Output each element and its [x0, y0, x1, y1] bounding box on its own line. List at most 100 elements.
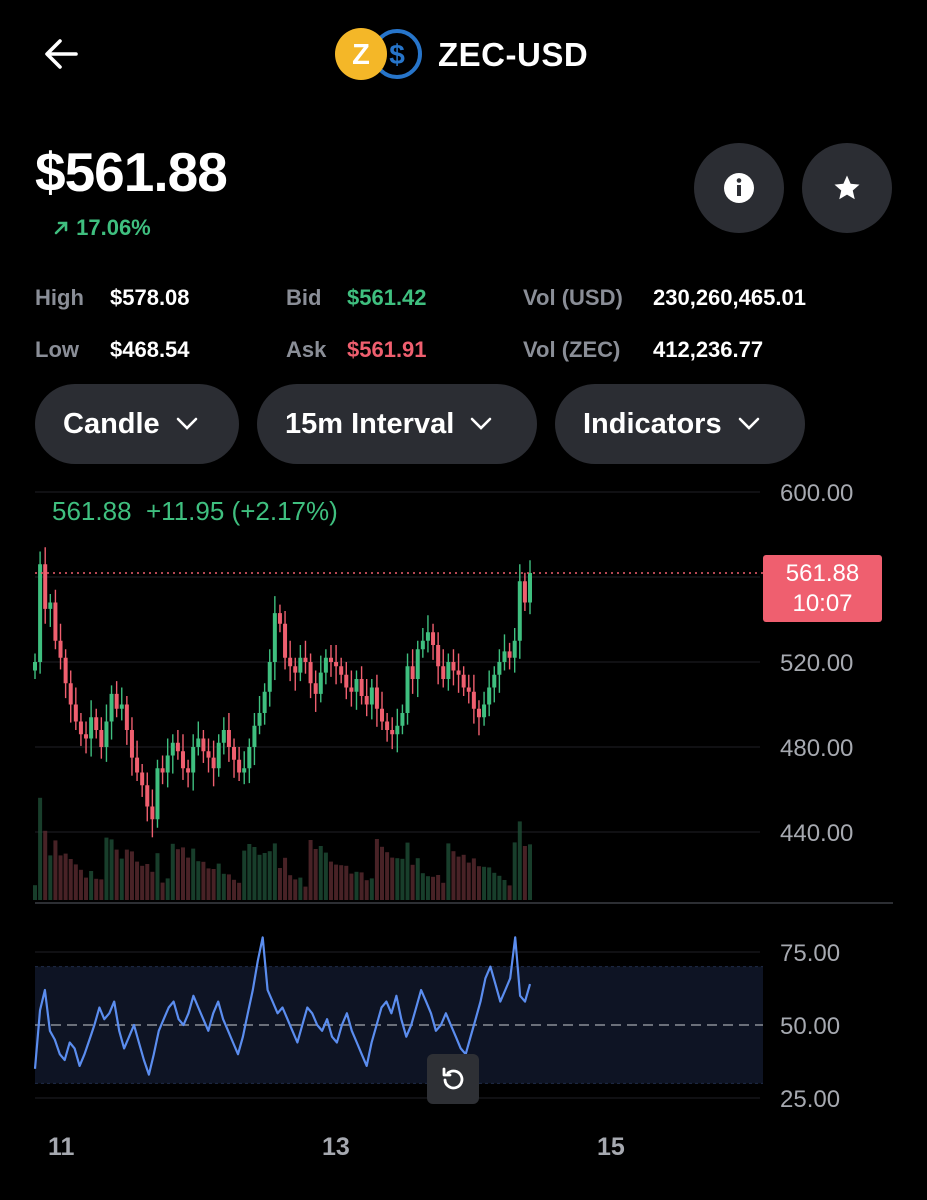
candle-body — [191, 747, 196, 773]
volume-bar — [313, 849, 318, 900]
chart-grid — [35, 491, 893, 904]
candle-body — [298, 657, 303, 673]
volume-bar — [211, 869, 216, 900]
pair-logos: $ Z — [333, 28, 425, 80]
volume-bar — [104, 837, 109, 900]
volume-bar — [405, 842, 410, 900]
volume-bar — [487, 867, 492, 900]
candle-body — [38, 564, 43, 662]
reset-zoom-button[interactable] — [427, 1054, 479, 1104]
candle-body — [390, 730, 395, 735]
low-value: $468.54 — [110, 337, 190, 362]
candle-body — [334, 662, 339, 667]
price-tick: 440.00 — [780, 820, 853, 847]
candle-body — [252, 725, 257, 747]
volume-bar — [528, 844, 532, 900]
volume-bar — [48, 855, 53, 900]
info-icon — [724, 173, 754, 203]
volume-bar — [277, 868, 282, 900]
volume-bar — [165, 878, 170, 900]
candle-body — [150, 806, 155, 820]
chevron-down-icon — [738, 417, 759, 430]
volume-bar — [507, 885, 512, 900]
candle-body — [211, 757, 216, 769]
candle-body — [262, 691, 267, 713]
candle-body — [512, 640, 517, 658]
candle-body — [272, 613, 277, 662]
volume-bar — [33, 885, 37, 900]
candle-body — [507, 651, 512, 658]
x-tick: 15 — [597, 1133, 625, 1161]
price-tick: 520.00 — [780, 650, 853, 677]
chart-type-dropdown[interactable]: Candle — [35, 384, 239, 464]
ohlc-change: +11.95 — [145, 496, 225, 526]
volume-bar — [257, 854, 262, 900]
price-tick: 480.00 — [780, 735, 853, 762]
volume-bar — [191, 848, 196, 900]
candle-body — [436, 645, 441, 667]
volume-bar — [63, 853, 68, 900]
candle-body — [451, 662, 456, 671]
interval-dropdown[interactable]: 15m Interval — [257, 384, 537, 464]
candle-body — [135, 757, 140, 773]
candle-body — [380, 708, 385, 722]
volume-bar — [395, 858, 400, 900]
volume-bar — [272, 843, 277, 900]
info-button[interactable] — [694, 143, 784, 233]
candle-body — [313, 683, 318, 694]
arrow-up-right-icon — [54, 221, 68, 235]
volume-bar — [308, 840, 313, 900]
volume-bar — [114, 849, 119, 900]
volume-bar — [155, 853, 160, 900]
volume-bar — [502, 880, 507, 900]
vol-usd-label: Vol (USD) — [523, 285, 623, 310]
volume-bar — [226, 874, 231, 900]
candle-body — [43, 564, 48, 609]
volume-bar — [476, 866, 481, 900]
volume-bar — [186, 857, 191, 900]
candle-body — [114, 693, 119, 709]
indicators-label: Indicators — [583, 407, 722, 440]
price-tag-value: 561.88 — [785, 560, 860, 587]
volume-bar — [334, 864, 339, 900]
volume-bar — [73, 864, 78, 900]
candle-body — [323, 657, 328, 673]
favorite-button[interactable] — [802, 143, 892, 233]
chart-type-label: Candle — [63, 407, 160, 440]
volume-bar — [410, 864, 415, 900]
candle-body — [140, 772, 145, 786]
candle-body — [410, 666, 415, 679]
candle-body — [359, 679, 364, 696]
volume-bar — [456, 856, 461, 900]
candle-body — [288, 657, 293, 667]
current-price: $561.88 — [35, 141, 228, 203]
rsi-overbought-band — [35, 966, 763, 1084]
volume-bar — [206, 868, 211, 900]
candle-body — [186, 768, 191, 773]
volume-bar — [201, 861, 206, 900]
volume-bar — [466, 862, 471, 900]
candle-body — [497, 662, 502, 675]
candle-body — [369, 687, 374, 705]
volume-bar — [441, 882, 446, 900]
volume-bar — [43, 830, 48, 900]
price-tick: 600.00 — [780, 480, 853, 507]
bid-label: Bid — [286, 285, 322, 310]
bid-value: $561.42 — [347, 285, 427, 310]
indicators-dropdown[interactable]: Indicators — [555, 384, 805, 464]
interval-label: 15m Interval — [285, 407, 455, 440]
candle-body — [73, 704, 78, 722]
volume-bar — [446, 843, 451, 900]
candle-body — [160, 768, 165, 773]
candle-body — [420, 640, 425, 650]
volume-bar — [364, 880, 369, 900]
candle-body — [232, 747, 237, 760]
candle-body — [58, 640, 63, 658]
back-button[interactable] — [38, 30, 86, 78]
volume-bar — [99, 879, 104, 900]
candle-body — [446, 662, 451, 679]
vol-zec-value: 412,236.77 — [653, 337, 764, 362]
candle-body — [175, 742, 180, 752]
candle-body — [206, 751, 211, 758]
candle-body — [492, 674, 497, 688]
